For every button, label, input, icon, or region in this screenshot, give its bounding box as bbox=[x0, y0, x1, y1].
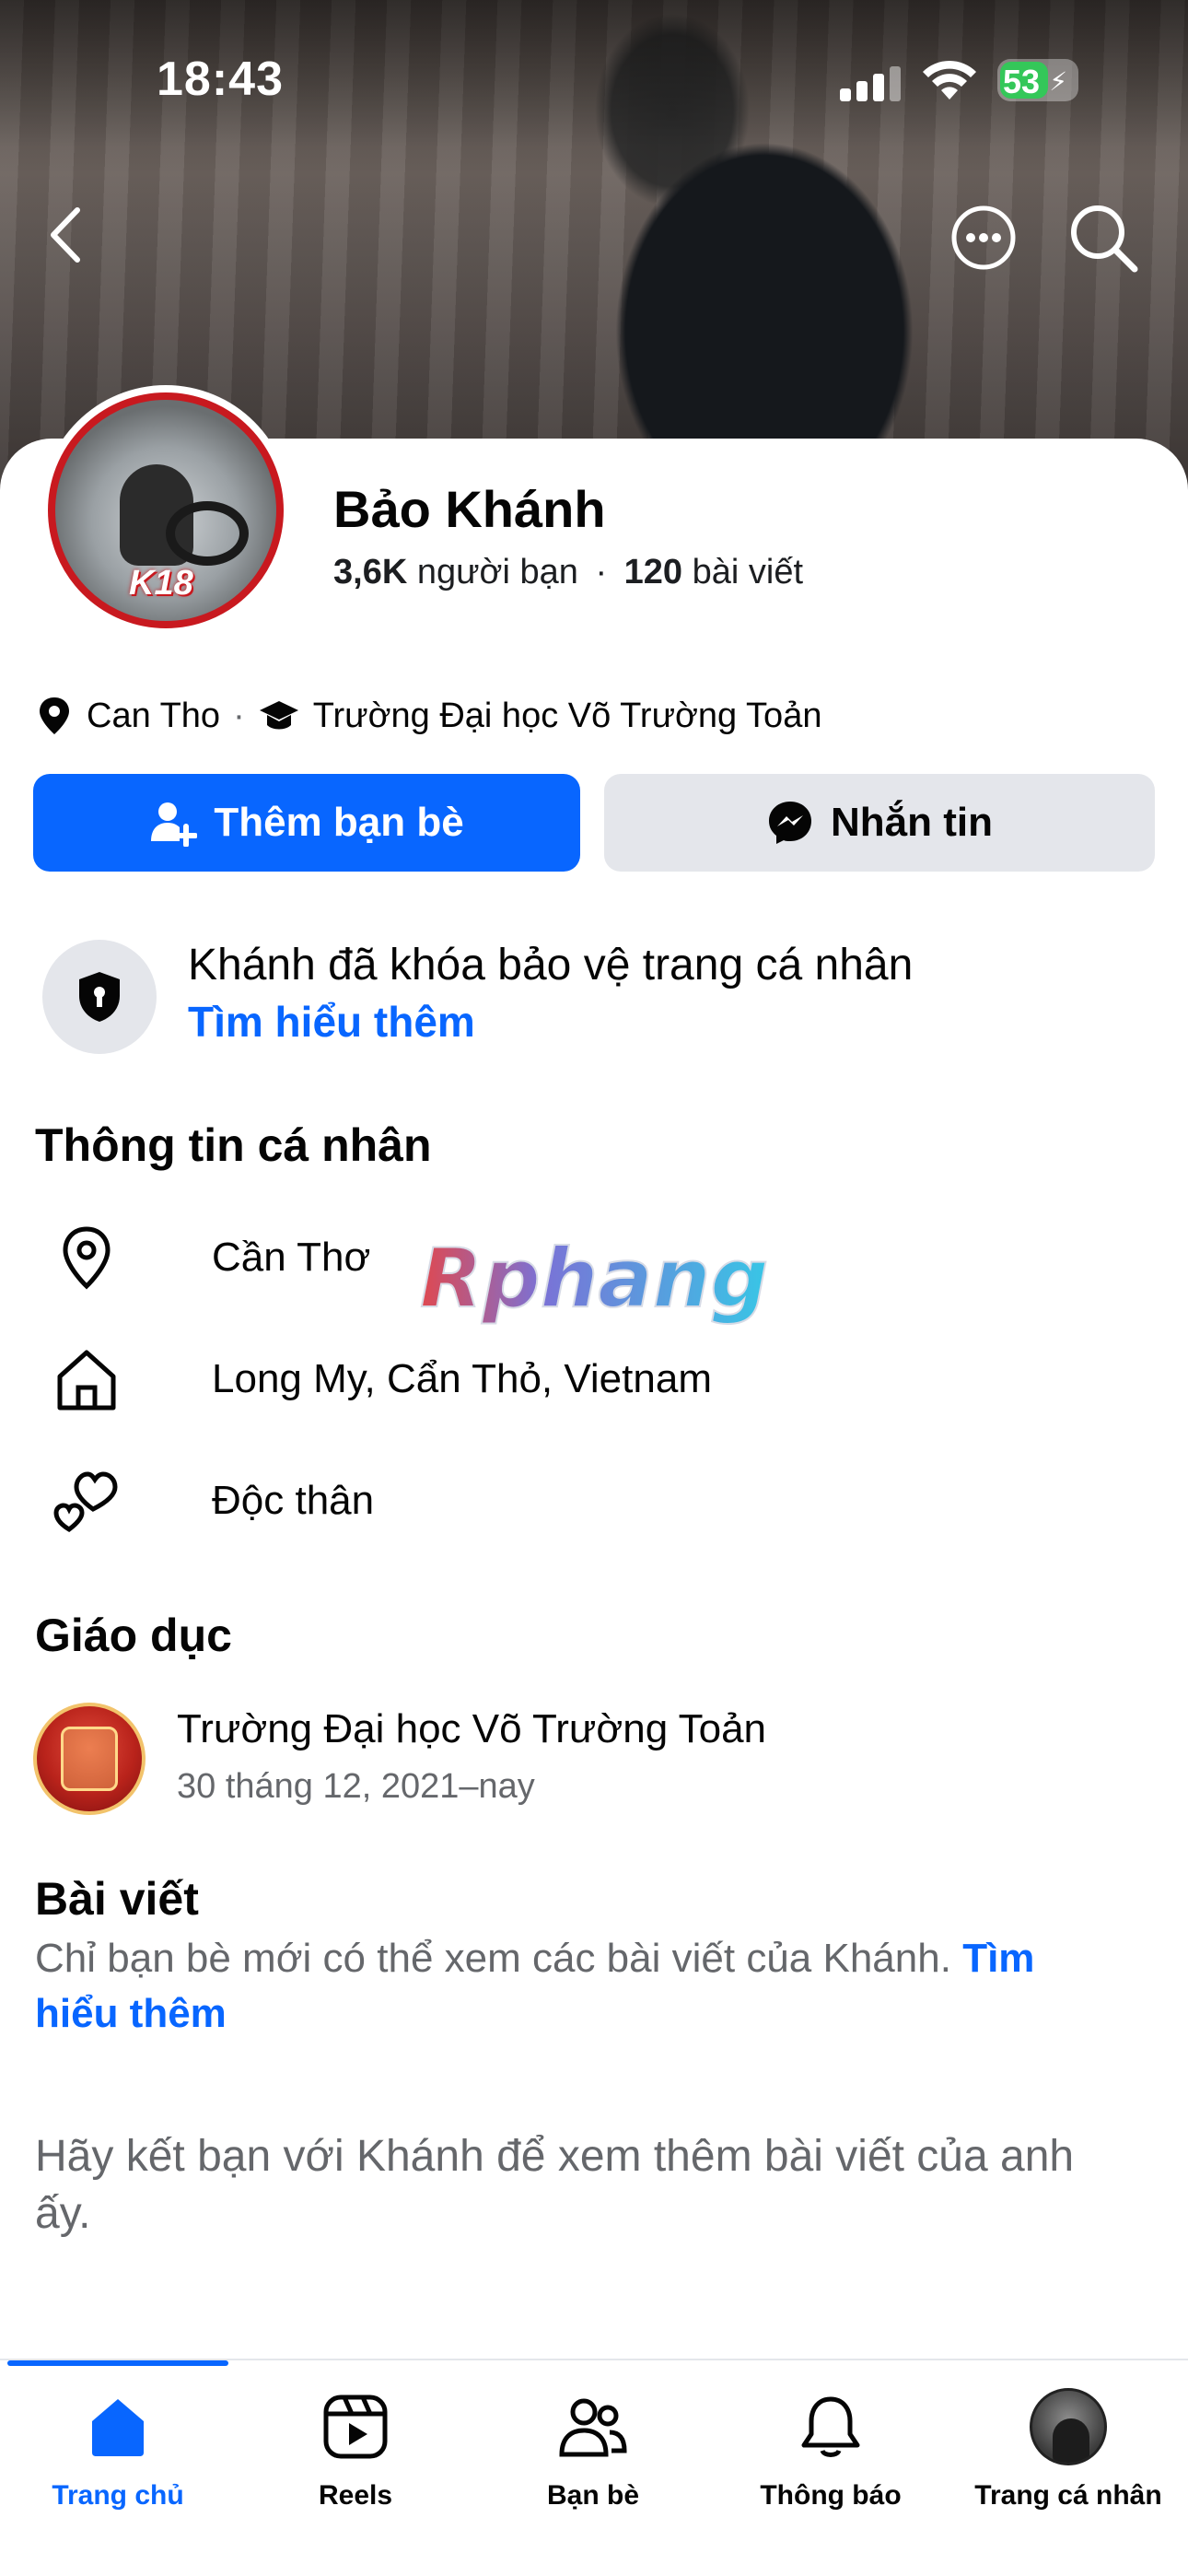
home-icon bbox=[57, 1350, 116, 1411]
bottom-tab-bar: Trang chủ Reels Bạn bè Thông báo Trang c… bbox=[0, 2359, 1188, 2576]
profile-avatar[interactable]: K18 bbox=[41, 385, 291, 636]
charging-icon: ⚡ bbox=[1049, 67, 1067, 96]
posts-title: Bài viết bbox=[35, 1873, 199, 1925]
battery-icon: 53 ⚡ bbox=[997, 59, 1078, 101]
tab-reels-label: Reels bbox=[318, 2480, 393, 2511]
tab-friends[interactable]: Bạn bè bbox=[483, 2388, 704, 2526]
lock-notice-title: Khánh đã khóa bảo vệ trang cá nhân bbox=[188, 941, 914, 989]
posts-label: bài viết bbox=[692, 553, 804, 591]
avatar-image: K18 bbox=[48, 392, 284, 628]
info-row-relationship: Độc thân bbox=[35, 1459, 1140, 1542]
message-label: Nhắn tin bbox=[831, 800, 993, 845]
graduation-cap-icon bbox=[259, 701, 298, 730]
search-button[interactable] bbox=[1066, 201, 1140, 275]
profile-name: Bảo Khánh bbox=[333, 480, 606, 538]
add-friend-hint: Hãy kết bạn với Khánh để xem thêm bài vi… bbox=[35, 2132, 1075, 2238]
friends-icon bbox=[559, 2398, 627, 2457]
info-city-text: Cần Thơ bbox=[212, 1235, 371, 1280]
add-friend-label: Thêm bạn bè bbox=[214, 800, 464, 845]
tab-profile-label: Trang cá nhân bbox=[974, 2480, 1162, 2511]
cellular-signal-icon bbox=[840, 64, 903, 101]
friends-count[interactable]: 3,6K bbox=[333, 553, 407, 591]
status-bar: 18:43 53 ⚡ bbox=[0, 0, 1188, 157]
tab-reels[interactable]: Reels bbox=[245, 2388, 466, 2526]
messenger-icon bbox=[769, 802, 811, 844]
shield-lock-icon bbox=[79, 972, 120, 1022]
avatar-badge: K18 bbox=[129, 564, 193, 603]
tab-home[interactable]: Trang chủ bbox=[7, 2388, 228, 2526]
active-tab-indicator bbox=[7, 2360, 228, 2366]
education-title: Giáo dục bbox=[35, 1610, 232, 1661]
friends-label: người bạn bbox=[416, 553, 578, 591]
education-school-name[interactable]: Trường Đại học Võ Trường Toản bbox=[177, 1706, 766, 1752]
meta-city: Can Tho bbox=[87, 696, 221, 735]
more-options-button[interactable] bbox=[949, 203, 1019, 273]
reels-icon bbox=[323, 2395, 388, 2459]
tab-profile[interactable]: Trang cá nhân bbox=[958, 2388, 1179, 2526]
info-hometown-text: Long My, Cẩn Thỏ, Vietnam bbox=[212, 1356, 712, 1401]
posts-count: 120 bbox=[623, 553, 683, 591]
info-row-hometown: Long My, Cẩn Thỏ, Vietnam bbox=[35, 1338, 1140, 1421]
profile-avatar-thumbnail bbox=[1030, 2388, 1107, 2465]
back-button[interactable] bbox=[41, 203, 92, 267]
location-pin-icon bbox=[40, 697, 69, 734]
status-time: 18:43 bbox=[157, 53, 284, 106]
tab-notifications[interactable]: Thông báo bbox=[720, 2388, 941, 2526]
meta-separator: · bbox=[233, 696, 245, 735]
profile-lock-badge bbox=[42, 940, 157, 1054]
location-pin-icon bbox=[63, 1226, 111, 1290]
home-icon bbox=[92, 2399, 144, 2456]
watermark-text: Rphang bbox=[420, 1233, 768, 1326]
info-relationship-text: Độc thân bbox=[212, 1478, 375, 1523]
add-friend-button[interactable]: Thêm bạn bè bbox=[33, 774, 580, 872]
bell-icon bbox=[801, 2396, 860, 2457]
school-logo[interactable] bbox=[33, 1703, 146, 1815]
education-dates: 30 tháng 12, 2021–nay bbox=[177, 1767, 535, 1806]
tab-notifications-label: Thông báo bbox=[760, 2480, 902, 2511]
add-friend-icon bbox=[151, 802, 198, 847]
wifi-icon bbox=[923, 60, 976, 100]
tab-home-label: Trang chủ bbox=[52, 2480, 184, 2511]
profile-stats: 3,6K người bạn · 120 bài viết bbox=[333, 553, 803, 592]
watermark-logo: Rphang bbox=[419, 1233, 769, 1327]
personal-info-title: Thông tin cá nhân bbox=[35, 1119, 432, 1171]
stats-separator: · bbox=[595, 553, 608, 591]
hearts-icon bbox=[53, 1471, 118, 1533]
posts-privacy-note: Chỉ bạn bè mới có thể xem các bài viết c… bbox=[35, 1931, 1122, 2042]
tab-friends-label: Bạn bè bbox=[546, 2480, 640, 2511]
meta-school[interactable]: Trường Đại học Võ Trường Toản bbox=[313, 697, 822, 736]
lock-learn-more-link[interactable]: Tìm hiểu thêm bbox=[188, 997, 475, 1047]
battery-percent: 53 bbox=[1003, 63, 1041, 100]
message-button[interactable]: Nhắn tin bbox=[604, 774, 1155, 872]
posts-note-text: Chỉ bạn bè mới có thể xem các bài viết c… bbox=[35, 1936, 951, 1981]
profile-meta-row: Can Tho · Trường Đại học Võ Trường Toản bbox=[35, 693, 821, 739]
